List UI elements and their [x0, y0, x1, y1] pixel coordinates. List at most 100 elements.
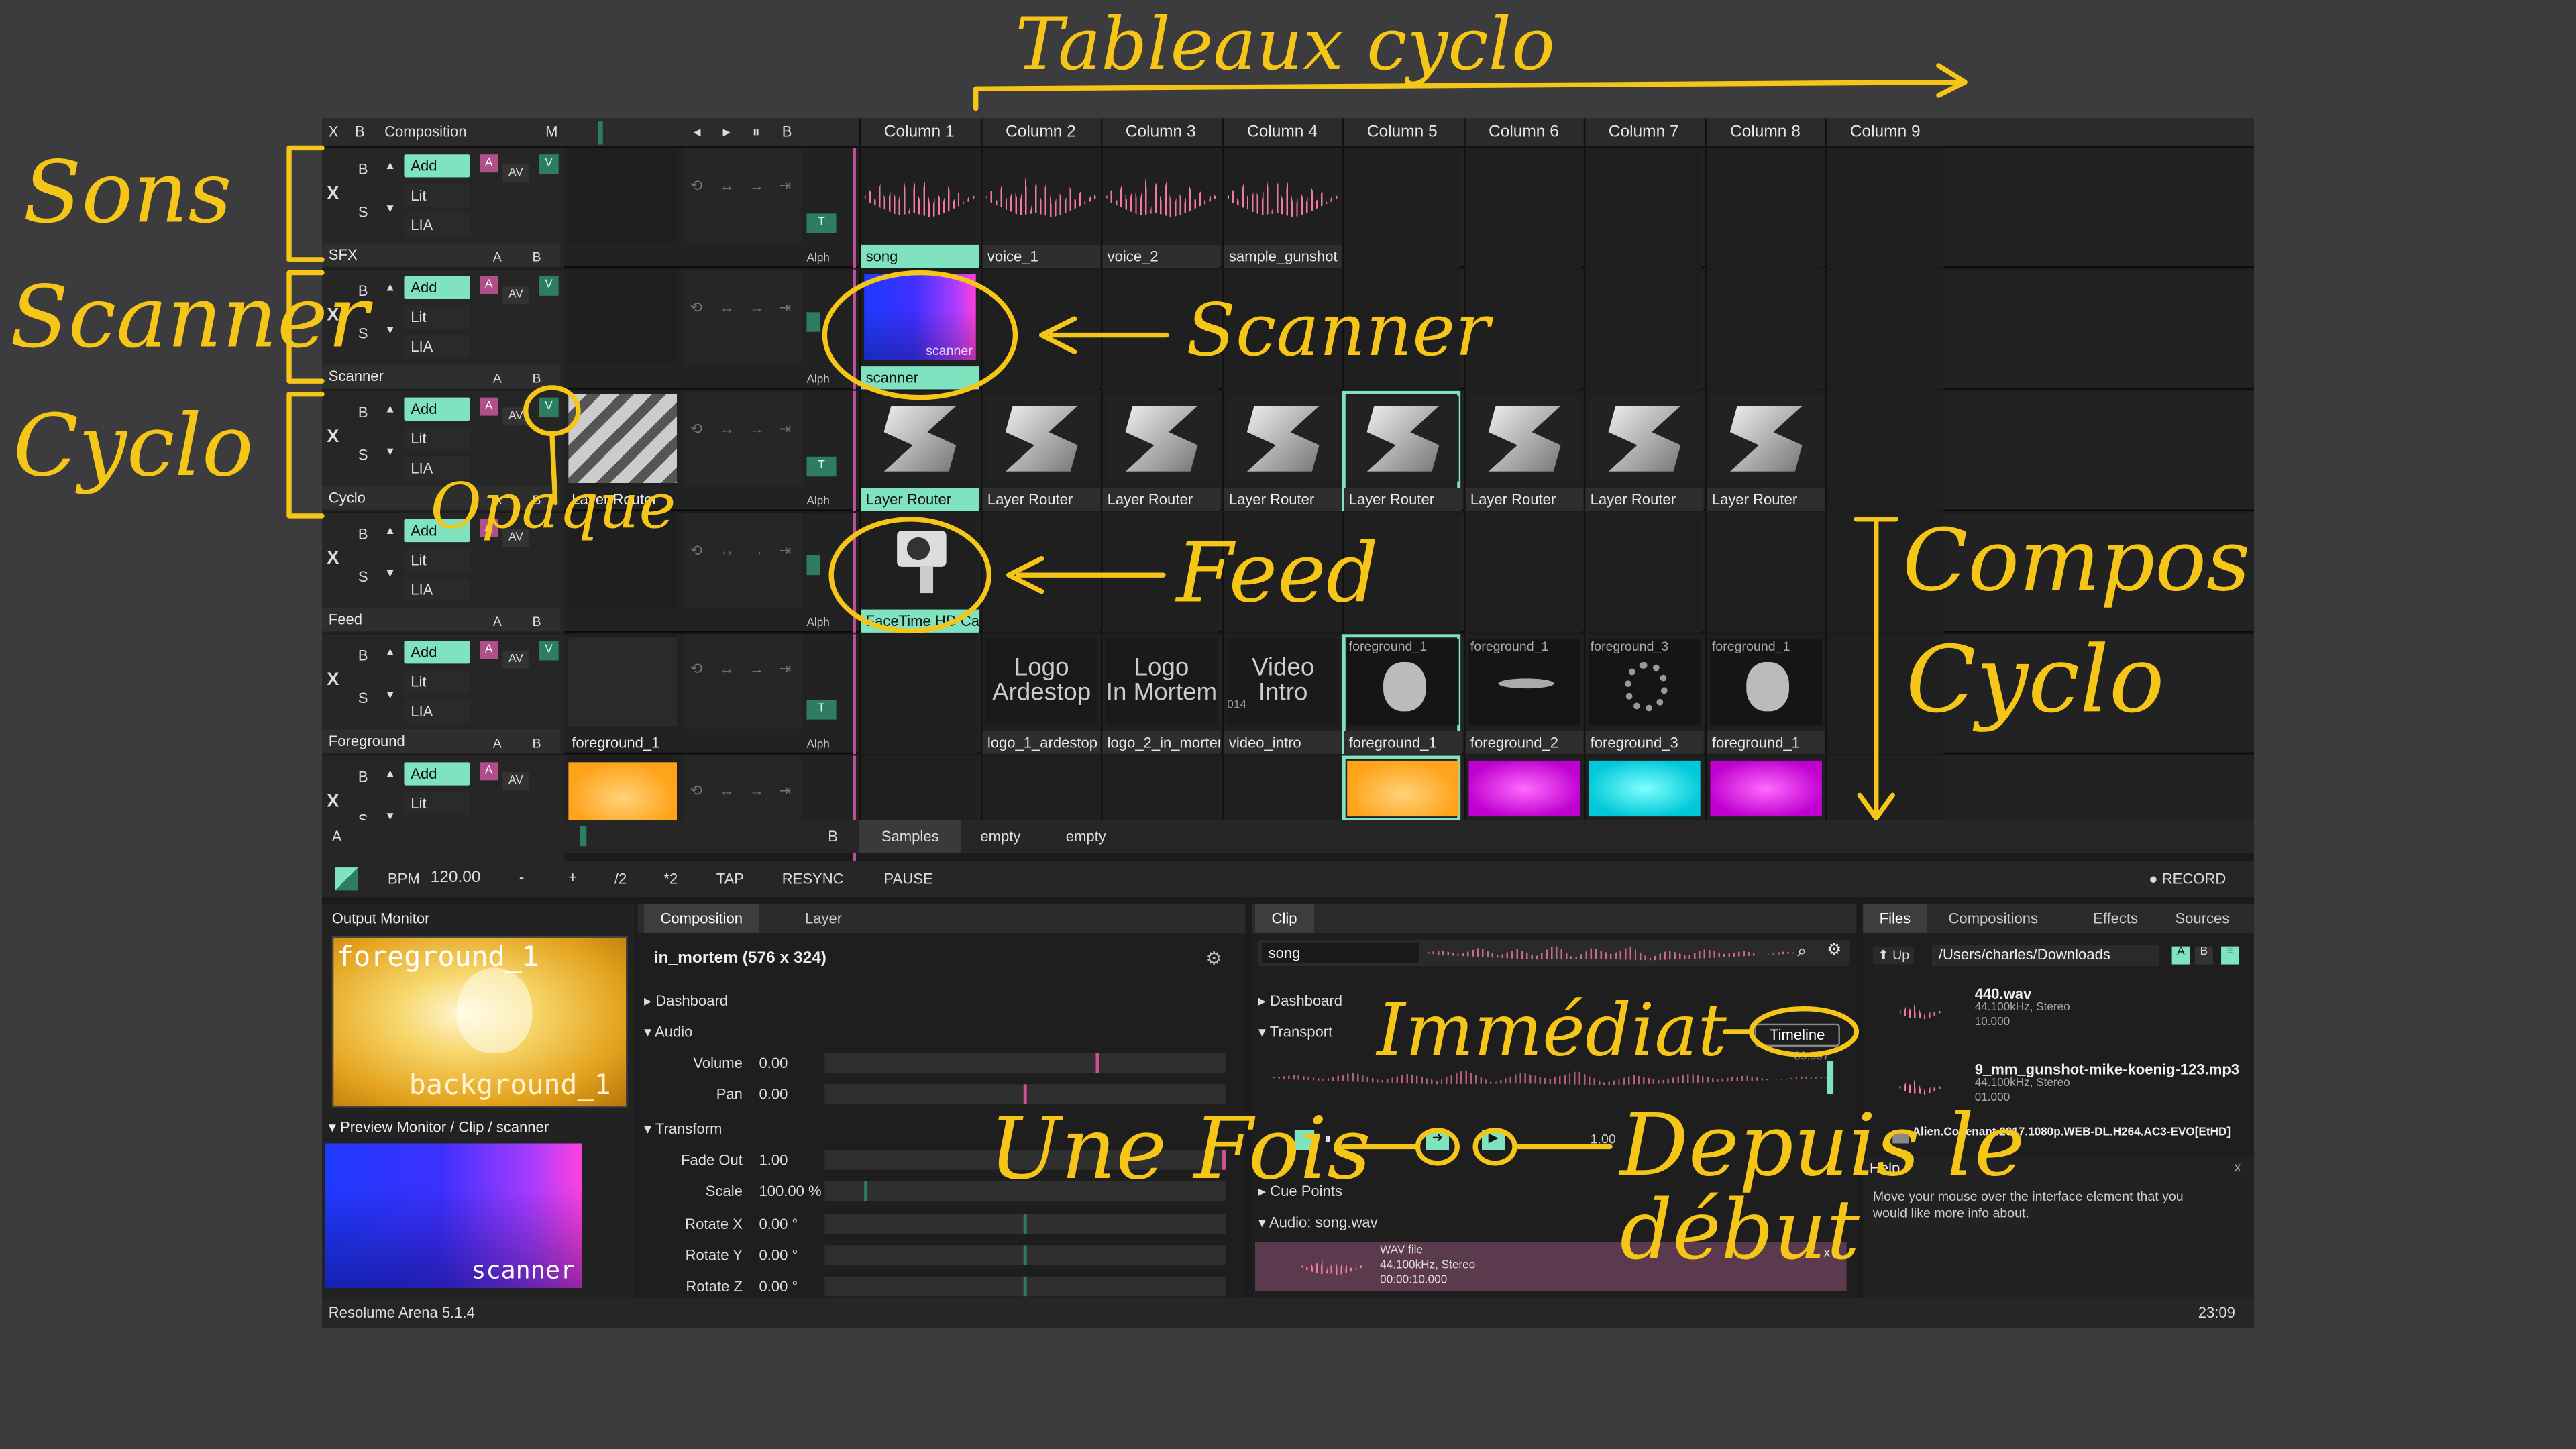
clip-slot[interactable]: foreground_1 foreground_1 [1342, 634, 1462, 755]
layer-down-button[interactable]: ▼ [384, 690, 396, 702]
clip-slot[interactable]: Layer Router [859, 390, 979, 511]
transition-button[interactable]: ⟲ [690, 299, 702, 317]
clip-section-dashboard[interactable]: ▸ Dashboard [1258, 985, 1342, 1015]
layer-crossfade-a[interactable]: A [493, 250, 502, 264]
transition-button[interactable]: ↔ [720, 299, 735, 315]
param-value[interactable]: 0.00 ° [759, 1272, 798, 1301]
clip-slot[interactable] [1705, 755, 1824, 822]
layer-av-button[interactable]: AV [502, 164, 529, 182]
clip-slot[interactable]: scanner scanner [859, 269, 979, 390]
section-dashboard[interactable]: ▸ Dashboard [644, 985, 1236, 1015]
layer-solo-button[interactable]: S [358, 568, 368, 584]
clip-slot[interactable]: voice_1 [981, 148, 1101, 268]
column-header-5[interactable]: Column 5 [1342, 118, 1460, 148]
transition-button[interactable]: → [749, 421, 764, 437]
clip-slot[interactable]: Logo Ardestop logo_1_ardestop [981, 634, 1101, 755]
transition-button[interactable]: ⟲ [690, 782, 702, 800]
layer-bypass-button[interactable]: B [358, 647, 368, 663]
tab-effects[interactable]: Effects [2077, 904, 2155, 933]
clip-slot[interactable]: Layer Router [1100, 390, 1221, 511]
clip-slot[interactable]: FaceTime HD Ca... [859, 513, 979, 633]
column-header-7[interactable]: Column 7 [1583, 118, 1702, 148]
layer-crossfade-b[interactable]: B [532, 371, 541, 386]
clip-section-transport[interactable]: ▾ Transport [1258, 1017, 1332, 1046]
clip-slot[interactable]: Logo In Mortem logo_2_in_mortem [1100, 634, 1221, 755]
clip-slot[interactable] [981, 755, 1099, 822]
clip-slot[interactable]: Layer Router [1342, 390, 1462, 511]
layer-name[interactable]: Scanner [322, 364, 561, 388]
layer-mode-lit[interactable]: Lit [404, 184, 470, 207]
transition-button[interactable]: → [749, 542, 764, 558]
layer-a-button[interactable]: A [480, 154, 498, 173]
layer-clear-button[interactable]: X [327, 549, 339, 568]
layer-video-opaque-button[interactable]: V [539, 154, 559, 174]
param-slider[interactable] [824, 1245, 1226, 1265]
transition-button[interactable]: ⇥ [779, 782, 791, 800]
layer-solo-button[interactable]: S [358, 204, 368, 220]
param-slider[interactable] [824, 1053, 1226, 1073]
layer-transition-t-button[interactable] [806, 312, 820, 332]
header-m-button[interactable]: M [545, 123, 557, 140]
transition-button[interactable]: → [749, 660, 764, 676]
layer-mode-lit[interactable]: Lit [404, 305, 470, 329]
transition-button[interactable]: ↔ [720, 421, 735, 437]
column-header-3[interactable]: Column 3 [1100, 118, 1219, 148]
clip-slot[interactable]: Layer Router [1583, 390, 1704, 511]
param-slider-knob[interactable] [1095, 1053, 1099, 1073]
layer-clear-button[interactable]: X [327, 184, 339, 203]
blend-mode-dropdown[interactable]: Add [404, 154, 470, 178]
blend-mode-dropdown[interactable]: Add [404, 641, 470, 664]
section-audio[interactable]: ▾ Audio [644, 1017, 1236, 1046]
clip-slot[interactable] [1100, 755, 1220, 822]
layer-video-opaque-button[interactable]: V [539, 276, 559, 296]
layer-up-button[interactable]: ▲ [384, 161, 396, 172]
param-slider-knob[interactable] [864, 1181, 868, 1201]
clip-slot[interactable] [981, 513, 1099, 633]
layer-crossfade-b[interactable]: B [532, 250, 541, 264]
speed-value[interactable]: 1.00 [1591, 1132, 1616, 1146]
tap-button[interactable]: TAP [716, 871, 744, 887]
layer-crossfade-b[interactable]: B [532, 736, 541, 751]
header-b-button[interactable]: B [355, 123, 365, 140]
clip-slot[interactable] [981, 269, 1099, 390]
restart-button[interactable]: ▶ [1481, 1130, 1505, 1150]
clip-slot[interactable] [1825, 269, 1944, 390]
bpm-double-button[interactable]: *2 [663, 871, 678, 887]
clip-slot[interactable]: Layer Router [1464, 390, 1584, 511]
resync-button[interactable]: RESYNC [782, 871, 844, 887]
layer-transition-t-button[interactable]: T [806, 213, 837, 233]
layer-mode-lit[interactable]: Lit [404, 427, 470, 451]
tab-clip[interactable]: Clip [1255, 903, 1314, 934]
path-field[interactable]: /Users/charles/Downloads [1932, 945, 2159, 967]
transition-button[interactable]: ⇥ [779, 177, 791, 195]
column-header-8[interactable]: Column 8 [1705, 118, 1823, 148]
transition-button[interactable]: ⇥ [779, 421, 791, 439]
layer-up-button[interactable]: ▲ [384, 526, 396, 537]
column-header-1[interactable]: Column 1 [859, 118, 977, 148]
tab-compositions[interactable]: Compositions [1932, 904, 2055, 933]
layer-mode-lia[interactable]: LIA [404, 700, 470, 723]
layer-down-button[interactable]: ▼ [384, 204, 396, 215]
pause-button[interactable]: PAUSE [884, 871, 933, 887]
layer-a-button[interactable]: A [480, 762, 498, 781]
transition-button[interactable]: ⟲ [690, 177, 702, 195]
clip-slot[interactable]: voice_2 [1100, 148, 1221, 268]
layer-video-opaque-button[interactable]: V [539, 641, 559, 661]
layer-fader-track[interactable] [568, 269, 677, 365]
clip-slot[interactable]: Layer Router [1222, 390, 1342, 511]
comp-pause-button[interactable]: ⏸ [753, 123, 760, 142]
view-b-button[interactable]: B [2194, 946, 2213, 965]
list-view-icon[interactable]: ≡ [2221, 946, 2239, 965]
transition-button[interactable]: ⟲ [690, 542, 702, 560]
timeline-button[interactable]: Timeline [1754, 1023, 1840, 1047]
layer-clear-button[interactable]: X [327, 427, 339, 447]
clip-section-audio[interactable]: ▾ Audio: song.wav [1258, 1208, 1378, 1237]
view-a-button[interactable]: A [2171, 946, 2190, 965]
clip-slot[interactable]: Layer Router [1705, 390, 1825, 511]
clip-slot[interactable] [1464, 513, 1582, 633]
layer-solo-button[interactable]: S [358, 690, 368, 706]
layer-av-button[interactable]: AV [502, 407, 529, 426]
transition-button[interactable]: → [749, 299, 764, 315]
deck-tab-samples[interactable]: Samples [859, 820, 961, 853]
layer-fader-track[interactable] [568, 148, 677, 244]
